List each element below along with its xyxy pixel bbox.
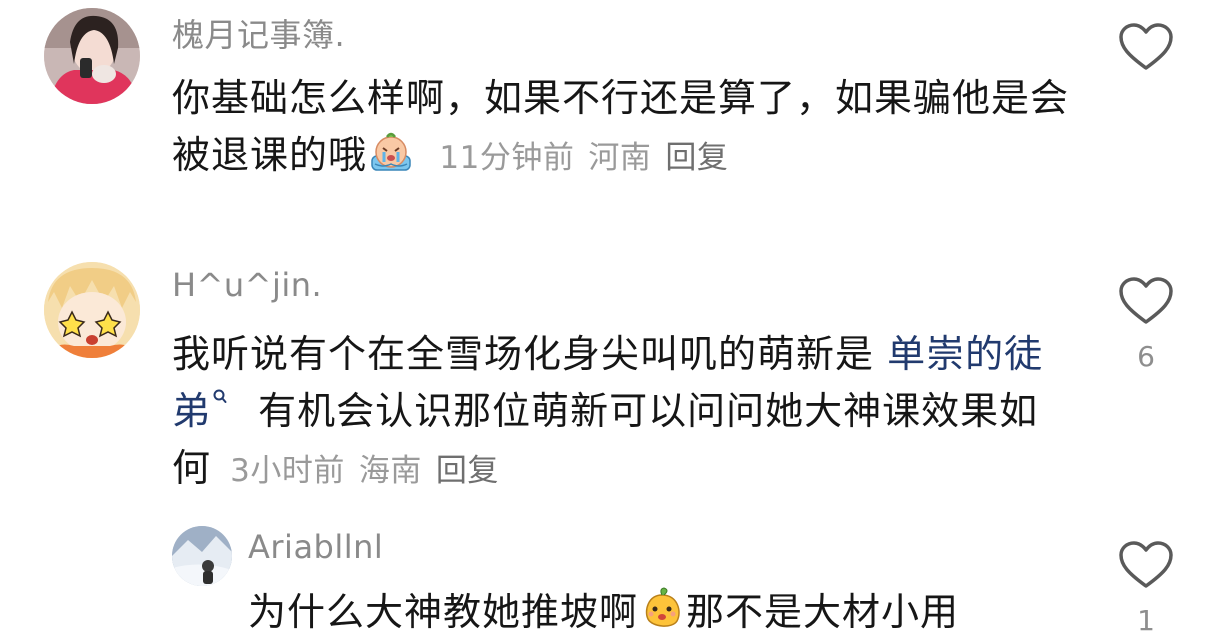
heart-icon: [1119, 23, 1173, 70]
heart-icon: [1119, 541, 1173, 588]
avatar-photo-icon: [44, 8, 140, 104]
comment-text: 为什么大神教她推坡啊 那不是大材小用: [248, 584, 1108, 640]
comment-body-part: 我听说有个在全雪场化身尖叫叽的萌新是: [172, 332, 888, 376]
heart-icon: [1119, 277, 1173, 324]
comment-list: 槐月记事簿. 你基础怎么样啊，如果不行还是算了，如果骗他是会被退课的哦 11分钟…: [0, 0, 1220, 640]
comment-text: 我听说有个在全雪场化身尖叫叽的萌新是 单崇的徒弟 有机会认识那位萌新可以问问她大…: [172, 326, 1072, 500]
comment-text: 你基础怎么样啊，如果不行还是算了，如果骗他是会被退课的哦 11分钟前 河南 回复: [172, 70, 1072, 187]
comment-time: 3小时前: [230, 453, 345, 489]
like-button[interactable]: 6: [1118, 276, 1174, 373]
comment-meta: 3小时前 海南 回复: [230, 453, 513, 489]
comment-time: 11分钟前: [439, 140, 575, 176]
comment-body-part: 那不是大材小用: [686, 590, 960, 634]
comment-body-part: 为什么大神教她推坡啊: [248, 590, 639, 634]
reply-button[interactable]: 回复: [665, 140, 728, 176]
avatar[interactable]: [172, 526, 232, 586]
comment-item: H^u^jin. 我听说有个在全雪场化身尖叫叽的萌新是 单崇的徒弟 有机会认识那…: [0, 230, 1220, 510]
comment-meta: 11分钟前 河南 回复: [429, 140, 742, 176]
crying-emoji-icon: [371, 132, 411, 171]
comment-author[interactable]: Ariabllnl: [248, 528, 383, 566]
search-icon[interactable]: [213, 388, 227, 410]
avatar[interactable]: [44, 8, 140, 104]
avatar[interactable]: [44, 262, 140, 358]
comment-author[interactable]: 槐月记事簿.: [172, 10, 345, 56]
like-button[interactable]: 1: [1118, 540, 1174, 637]
avatar-photo-icon: [172, 526, 232, 586]
comment-item: 槐月记事簿. 你基础怎么样啊，如果不行还是算了，如果骗他是会被退课的哦 11分钟…: [0, 0, 1220, 230]
comment-author[interactable]: H^u^jin.: [172, 266, 322, 304]
like-button[interactable]: [1118, 22, 1174, 72]
avatar-anime-icon: [44, 262, 140, 358]
like-count: 1: [1137, 604, 1155, 637]
comment-location: 河南: [588, 140, 652, 176]
comment-location: 海南: [358, 453, 422, 489]
mango-emoji-icon: [645, 587, 680, 627]
like-count: 6: [1137, 340, 1155, 373]
reply-button[interactable]: 回复: [436, 453, 499, 489]
reply-item: Ariabllnl 为什么大神教她推坡啊 那不是大材小用 1: [0, 510, 1220, 640]
